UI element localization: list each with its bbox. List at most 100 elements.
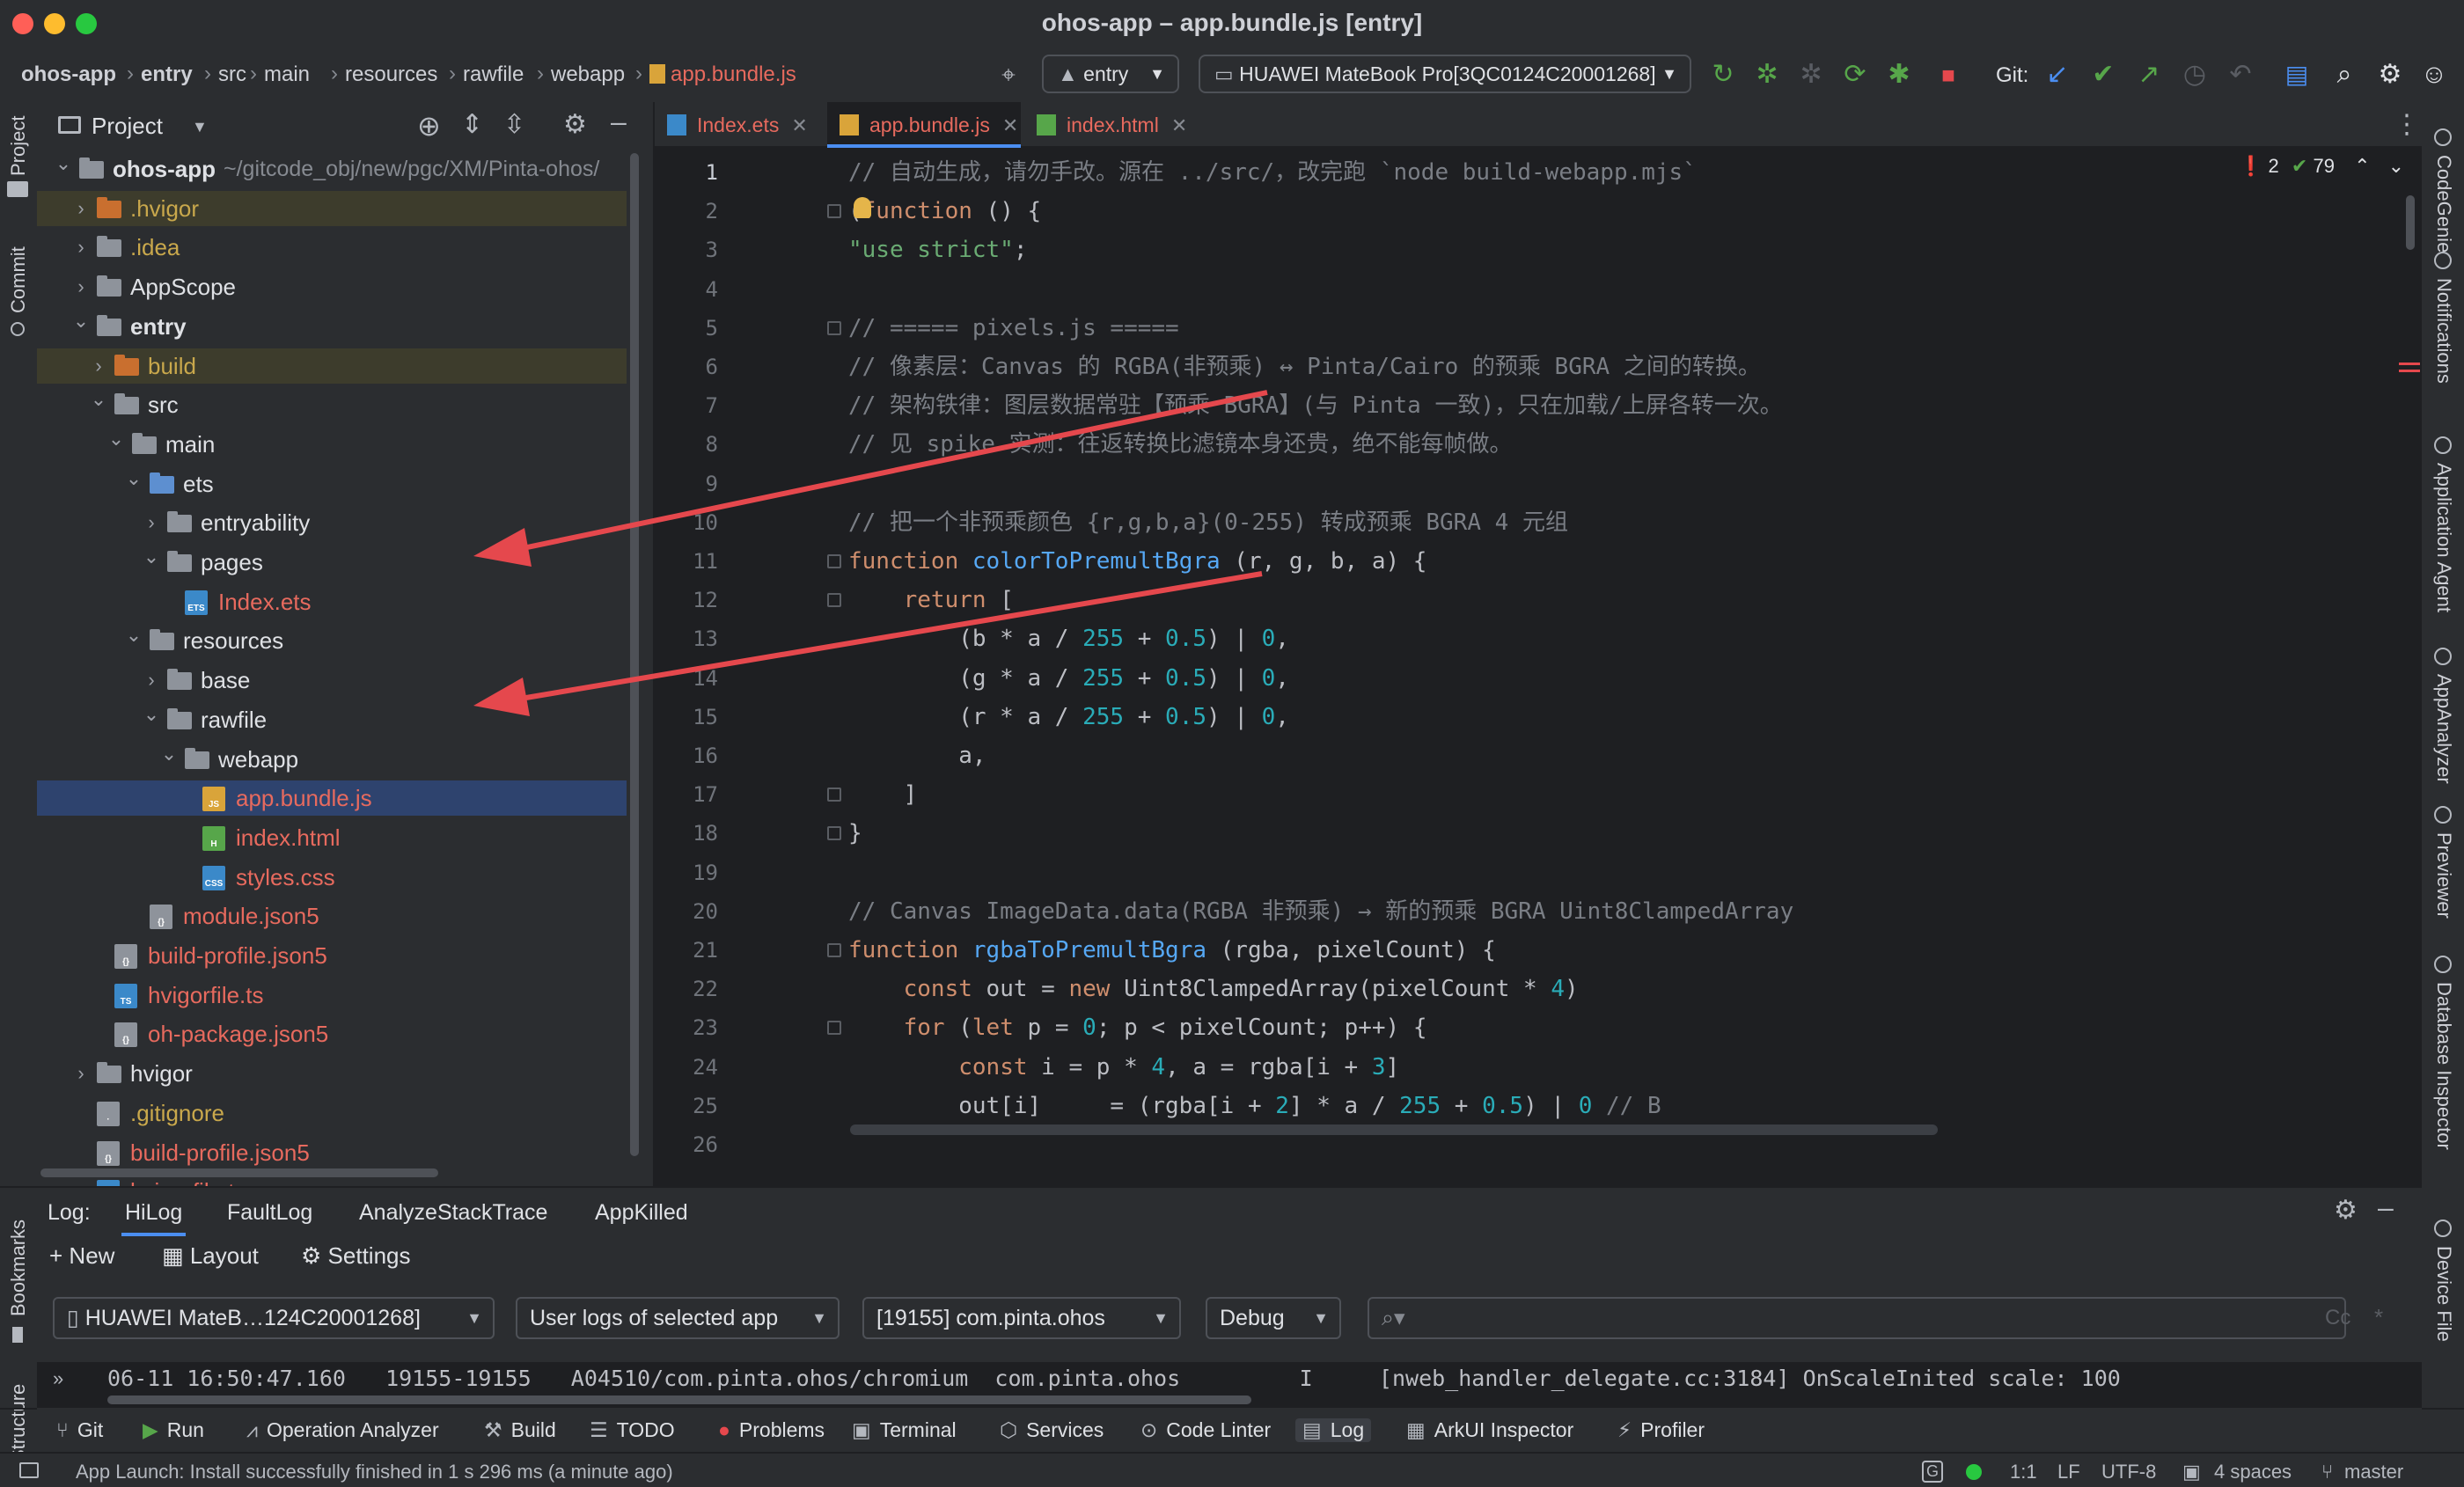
error-stripe-marker[interactable] bbox=[2399, 370, 2420, 372]
chevron-right-icon[interactable]: › bbox=[88, 348, 109, 384]
code-line[interactable]: const i = p * 4, a = rgba[i + 3] bbox=[848, 1048, 1399, 1087]
log-tab-analyzestacktrace[interactable]: AnalyzeStackTrace bbox=[359, 1200, 547, 1226]
chevron-down-icon[interactable]: ⌄ bbox=[106, 421, 127, 457]
project-tool-button[interactable]: Project bbox=[7, 116, 30, 176]
chevron-down-icon[interactable]: ⌄ bbox=[88, 382, 109, 417]
indent-setting[interactable]: 4 spaces bbox=[2214, 1461, 2292, 1483]
device-file-tool-button[interactable]: Device File bbox=[2432, 1246, 2455, 1342]
inspection-widget[interactable]: ❗ 2 ✔ 79 ⌃ ⌄ bbox=[2239, 155, 2406, 187]
settings-gear-icon[interactable]: ⚙ bbox=[2374, 59, 2406, 91]
fold-marker-icon[interactable] bbox=[827, 204, 841, 219]
stop-icon[interactable]: ■ bbox=[1932, 59, 1964, 91]
tool-code-linter[interactable]: ⊙ Code Linter bbox=[1140, 1418, 1271, 1442]
tree-horizontal-scrollbar[interactable] bbox=[40, 1168, 438, 1177]
git-history-icon[interactable]: ◷ bbox=[2179, 59, 2211, 91]
project-structure-icon[interactable]: ▤ bbox=[2281, 59, 2313, 91]
previewer-tool-button[interactable]: Previewer bbox=[2432, 832, 2455, 919]
breadcrumb-item[interactable]: webapp bbox=[551, 62, 625, 88]
expand-all-icon[interactable]: ⇕ bbox=[461, 109, 483, 140]
tree-item-hvigorfile-ts[interactable]: TS hvigorfile.ts bbox=[37, 978, 627, 1013]
git-branch[interactable]: master bbox=[2344, 1461, 2403, 1483]
breadcrumb-item[interactable]: rawfile bbox=[463, 62, 524, 88]
tree-item-webapp[interactable]: ⌄ webapp bbox=[37, 742, 627, 777]
database-inspector-tool-button[interactable]: Database Inspector bbox=[2432, 982, 2455, 1150]
tree-item-hvigor[interactable]: › .hvigor bbox=[37, 190, 627, 226]
log-scope-select[interactable]: User logs of selected app ▼ bbox=[516, 1297, 840, 1339]
code-line[interactable]: // 架构铁律：图层数据常驻【预乘 BGRA】(与 Pinta 一致)，只在加载… bbox=[848, 386, 1783, 425]
tree-item-pages[interactable]: ⌄ pages bbox=[37, 545, 627, 580]
chevron-down-icon[interactable]: ⌄ bbox=[123, 461, 144, 496]
tree-item-main[interactable]: ⌄ main bbox=[37, 427, 627, 462]
tool-log[interactable]: ▤ Log bbox=[1295, 1418, 1372, 1442]
tree-item-app-bundle-js[interactable]: JS app.bundle.js bbox=[37, 780, 627, 817]
tree-item-module-json5[interactable]: {} module.json5 bbox=[37, 898, 627, 934]
code-line[interactable]: // 把一个非预乘颜色 {r,g,b,a}(0-255) 转成预乘 BGRA 4… bbox=[848, 503, 1568, 542]
log-tab-hilog[interactable]: HiLog bbox=[121, 1200, 187, 1236]
rerun-icon[interactable]: ↻ bbox=[1707, 59, 1739, 91]
new-log-button[interactable]: + New bbox=[49, 1242, 114, 1270]
code-view[interactable]: // 自动生成，请勿手改。源在 ../src/，改完跑 `node build-… bbox=[848, 148, 2380, 1186]
status-message[interactable]: App Launch: Install successfully finishe… bbox=[76, 1461, 673, 1483]
log-horizontal-scrollbar[interactable] bbox=[107, 1395, 1251, 1404]
tree-item-resources[interactable]: ⌄ resources bbox=[37, 623, 627, 658]
code-line[interactable]: return [ bbox=[848, 581, 1014, 619]
code-line[interactable]: (g * a / 255 + 0.5) | 0, bbox=[848, 659, 1289, 698]
tree-item-rawfile[interactable]: ⌄ rawfile bbox=[37, 702, 627, 737]
tool-build[interactable]: ⚒ Build bbox=[484, 1418, 556, 1442]
log-output[interactable]: » 06-11 16:50:47.160 19155-19155 A04510/… bbox=[37, 1362, 2422, 1408]
code-line[interactable]: function colorToPremultBgra (r, g, b, a)… bbox=[848, 542, 1426, 581]
layout-button[interactable]: ▦ Layout bbox=[162, 1242, 259, 1270]
apply-changes-icon[interactable]: ⟳ bbox=[1839, 59, 1871, 91]
fold-marker-icon[interactable] bbox=[827, 1021, 841, 1036]
chevron-down-icon[interactable]: ⌄ bbox=[158, 736, 180, 772]
run-config-select[interactable]: ▲ entry ▼ bbox=[1042, 55, 1179, 93]
application-agent-tool-button[interactable]: Application Agent bbox=[2432, 463, 2455, 612]
line-separator[interactable]: LF bbox=[2057, 1461, 2080, 1483]
tool-problems[interactable]: ● Problems bbox=[718, 1418, 825, 1442]
close-tab-icon[interactable]: ✕ bbox=[1171, 114, 1187, 136]
chevron-right-icon[interactable]: › bbox=[70, 1056, 92, 1091]
log-process-select[interactable]: [19155] com.pinta.ohos ▼ bbox=[862, 1297, 1181, 1339]
codegenie-tool-button[interactable]: CodeGenie bbox=[2432, 155, 2455, 253]
scroll-more-icon[interactable]: » bbox=[53, 1367, 63, 1390]
cursor-position[interactable]: 1:1 bbox=[2010, 1461, 2037, 1483]
breadcrumb-item[interactable]: resources bbox=[345, 62, 437, 88]
tree-item-gitignore[interactable]: · .gitignore bbox=[37, 1095, 627, 1131]
code-line[interactable]: a, bbox=[848, 736, 986, 775]
tool-terminal[interactable]: ▣ Terminal bbox=[852, 1418, 957, 1442]
breadcrumb-current-file[interactable]: app.bundle.js bbox=[649, 62, 796, 88]
tree-item-hvigor[interactable]: › hvigor bbox=[37, 1056, 627, 1091]
code-line[interactable]: (function () { bbox=[848, 192, 1041, 231]
tool-run[interactable]: ▶ Run bbox=[143, 1418, 204, 1442]
intention-bulb-icon[interactable] bbox=[854, 197, 871, 219]
search-icon[interactable]: ⌕ bbox=[2328, 59, 2360, 91]
next-highlight-icon[interactable]: ⌄ bbox=[2388, 155, 2404, 177]
log-device-select[interactable]: ▯ HUAWEI MateB…124C20001268] ▼ bbox=[53, 1297, 495, 1339]
editor-horizontal-scrollbar[interactable] bbox=[850, 1124, 1938, 1135]
structure-tool-button[interactable]: Structure bbox=[7, 1384, 30, 1462]
tree-item-entry[interactable]: ⌄ entry bbox=[37, 309, 627, 344]
chevron-down-icon[interactable]: ⌄ bbox=[70, 304, 92, 339]
fold-marker-icon[interactable] bbox=[827, 826, 841, 841]
git-commit-icon[interactable]: ✔ bbox=[2087, 59, 2119, 91]
match-case-toggle[interactable]: Cc bbox=[2325, 1306, 2350, 1330]
tool-arkui-inspector[interactable]: ▦ ArkUI Inspector bbox=[1406, 1418, 1573, 1442]
tree-item-src[interactable]: ⌄ src bbox=[37, 387, 627, 422]
tree-item-ohos-app[interactable]: ⌄ ohos-app ~/gitcode_obj/new/pgc/XM/Pinta-… bbox=[37, 151, 627, 187]
fold-marker-icon[interactable] bbox=[827, 320, 841, 335]
tree-item-index-ets[interactable]: ETS Index.ets bbox=[37, 584, 627, 619]
error-stripe-marker[interactable] bbox=[2399, 363, 2420, 365]
attach-debugger-icon[interactable]: ✲ bbox=[1795, 59, 1827, 91]
close-tab-icon[interactable]: ✕ bbox=[791, 114, 807, 136]
bookmarks-tool-button[interactable]: Bookmarks bbox=[7, 1220, 30, 1316]
code-line[interactable]: (b * a / 255 + 0.5) | 0, bbox=[848, 619, 1289, 658]
fold-marker-icon[interactable] bbox=[827, 943, 841, 957]
fold-marker-icon[interactable] bbox=[827, 554, 841, 568]
chevron-right-icon[interactable]: › bbox=[70, 269, 92, 304]
chevron-right-icon[interactable]: › bbox=[70, 230, 92, 265]
chevron-right-icon[interactable]: › bbox=[70, 191, 92, 226]
tree-item-base[interactable]: › base bbox=[37, 663, 627, 698]
git-push-icon[interactable]: ↗ bbox=[2133, 59, 2165, 91]
code-line[interactable]: // 见 spike 实测：往返转换比滤镜本身还贵，绝不能每帧做。 bbox=[848, 425, 1513, 464]
code-line[interactable]: } bbox=[848, 814, 862, 853]
